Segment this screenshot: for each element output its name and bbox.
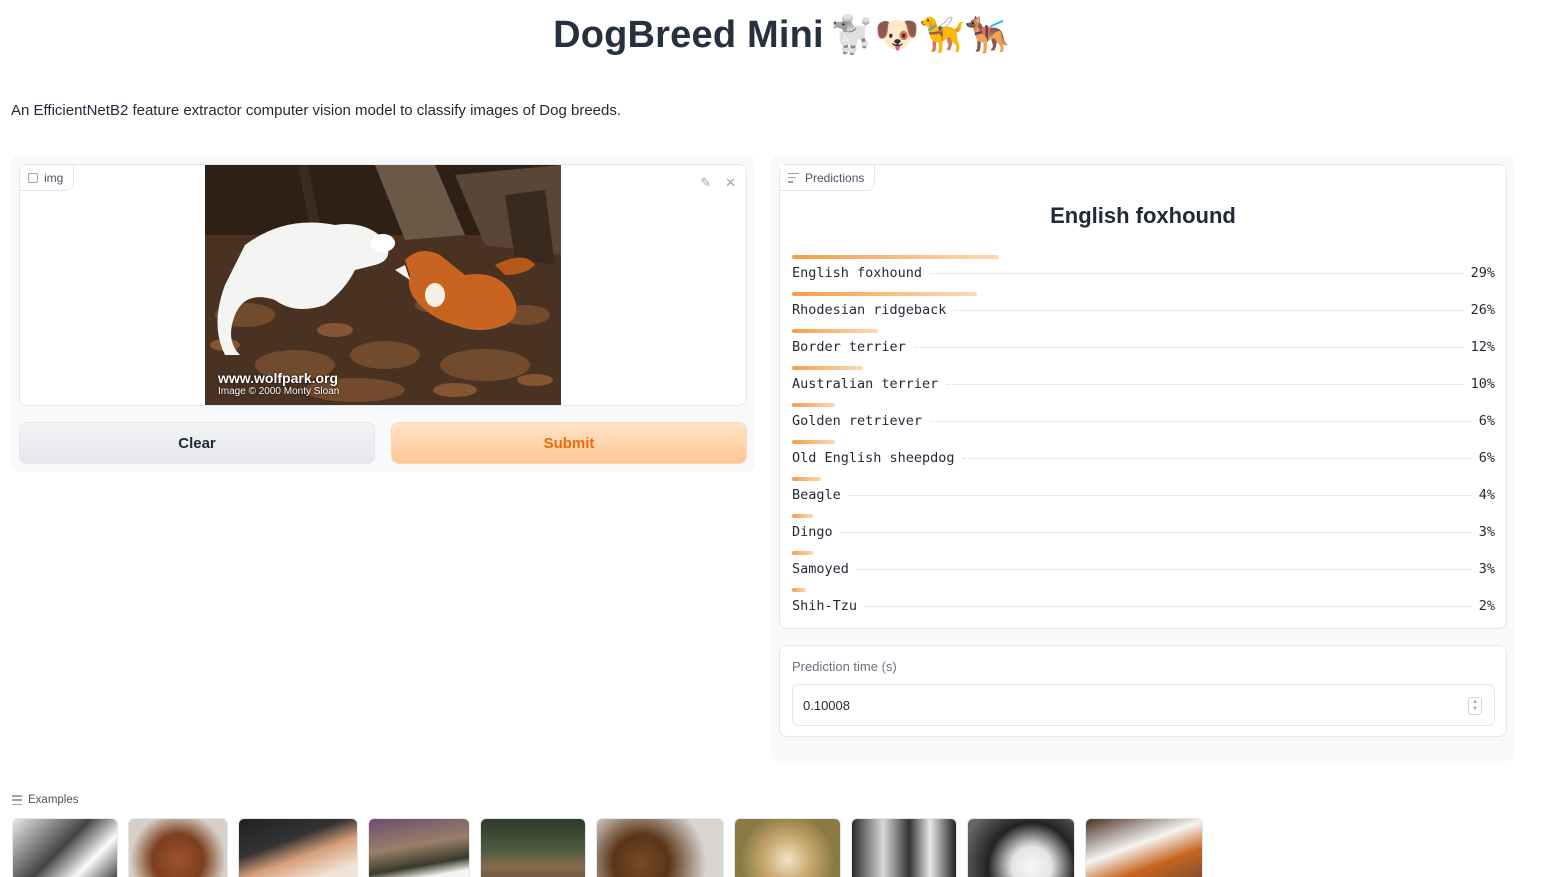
prediction-bar [792,588,806,592]
prediction-list: English foxhound 29% Rhodesian ridgeback 26… [792,255,1495,625]
prediction-time-value: 0.10008 [803,697,850,713]
clear-button[interactable]: Clear [19,422,375,464]
prediction-percent: 3% [1478,561,1495,577]
prediction-label: Shih-Tzu [792,598,858,614]
image-label-chip: img [20,165,75,191]
prediction-row: Australian terrier 10% [792,366,1495,403]
prediction-percent: 6% [1478,413,1495,429]
prediction-row: Rhodesian ridgeback 26% [792,292,1495,329]
input-panel: img www.wolfpark.org Image © 2000 Monty … [11,156,755,472]
prediction-label: English foxhound [792,265,923,281]
prediction-percent: 12% [1470,339,1495,355]
prediction-bar [792,255,999,259]
prediction-label: Golden retriever [792,413,923,429]
prediction-row: English foxhound 29% [792,255,1495,292]
prediction-bar [792,440,835,444]
example-thumbnail[interactable] [128,818,228,877]
image-icon [28,172,38,183]
prediction-label: Border terrier [792,339,906,355]
prediction-time-input[interactable]: 0.10008 ▲ ▼ [792,684,1495,726]
output-panel: Predictions English foxhound English fox… [771,156,1515,761]
prediction-label: Australian terrier [792,376,939,392]
prediction-row: Samoyed 3% [792,551,1495,588]
example-thumbnail[interactable] [1085,818,1203,877]
predictions-label: Predictions [805,170,865,185]
prediction-bar [792,366,863,370]
photo-caption-url: www.wolfpark.org [218,370,339,386]
close-icon[interactable]: ✕ [725,175,736,191]
prediction-label: Old English sheepdog [792,450,955,466]
example-thumbnail[interactable] [851,818,957,877]
prediction-row: Dingo 3% [792,514,1495,551]
submit-button[interactable]: Submit [391,422,747,464]
predictions-label-chip: Predictions [780,165,876,191]
prediction-label: Beagle [792,487,841,503]
prediction-row: Shih-Tzu 2% [792,588,1495,625]
prediction-percent: 4% [1478,487,1495,503]
prediction-time-box: Prediction time (s) 0.10008 ▲ ▼ [779,645,1507,737]
app-title: DogBreed Mini 🐩🐶🦮🐕‍🦺 [0,14,1563,57]
edit-icon[interactable]: ✎ [700,175,711,191]
examples-label-text: Examples [28,794,79,806]
example-thumbnail[interactable] [238,818,358,877]
prediction-row: Beagle 4% [792,477,1495,514]
prediction-label: Rhodesian ridgeback [792,302,947,318]
prediction-percent: 2% [1478,598,1495,614]
example-thumbnail[interactable] [368,818,470,877]
number-stepper[interactable]: ▲ ▼ [1468,697,1482,715]
photo-caption-credit: Image © 2000 Monty Sloan [218,386,340,397]
examples-gallery [12,818,1203,877]
prediction-bar [792,477,821,481]
top-prediction: English foxhound [1050,203,1236,228]
examples-label: Examples [12,794,79,806]
prediction-bar [792,551,813,555]
app-description: An EfficientNetB2 feature extractor comp… [11,102,622,119]
dog-emoji-icons: 🐩🐶🦮🐕‍🦺 [829,15,1010,56]
uploaded-photo: www.wolfpark.org Image © 2000 Monty Sloa… [205,165,561,405]
prediction-row: Border terrier 12% [792,329,1495,366]
prediction-percent: 26% [1470,302,1495,318]
prediction-percent: 29% [1470,265,1495,281]
stepper-up-icon[interactable]: ▲ [1472,699,1478,706]
prediction-row: Old English sheepdog 6% [792,440,1495,477]
list-icon [12,795,23,805]
example-thumbnail[interactable] [480,818,586,877]
prediction-label: Dingo [792,524,833,540]
prediction-bar [792,329,878,333]
prediction-bar [792,292,977,296]
prediction-percent: 10% [1470,376,1495,392]
prediction-label: Samoyed [792,561,849,577]
image-label: img [44,170,64,185]
prediction-bar [792,403,835,407]
image-tools: ✎ ✕ [700,175,736,191]
example-thumbnail[interactable] [734,818,841,877]
prediction-bar [792,514,813,518]
example-thumbnail[interactable] [967,818,1075,877]
photo-graphic [205,165,561,405]
image-upload-area[interactable]: img www.wolfpark.org Image © 2000 Monty … [19,164,747,406]
example-thumbnail[interactable] [596,818,724,877]
example-thumbnail[interactable] [12,818,118,877]
prediction-percent: 6% [1478,450,1495,466]
prediction-time-label: Prediction time (s) [792,659,897,674]
prediction-row: Golden retriever 6% [792,403,1495,440]
bar-chart-icon [788,172,799,183]
predictions-box: Predictions English foxhound English fox… [779,164,1507,629]
photo-caption: www.wolfpark.org Image © 2000 Monty Sloa… [218,370,339,397]
app-title-text: DogBreed Mini [553,14,824,56]
stepper-down-icon[interactable]: ▼ [1472,706,1478,713]
prediction-percent: 3% [1478,524,1495,540]
